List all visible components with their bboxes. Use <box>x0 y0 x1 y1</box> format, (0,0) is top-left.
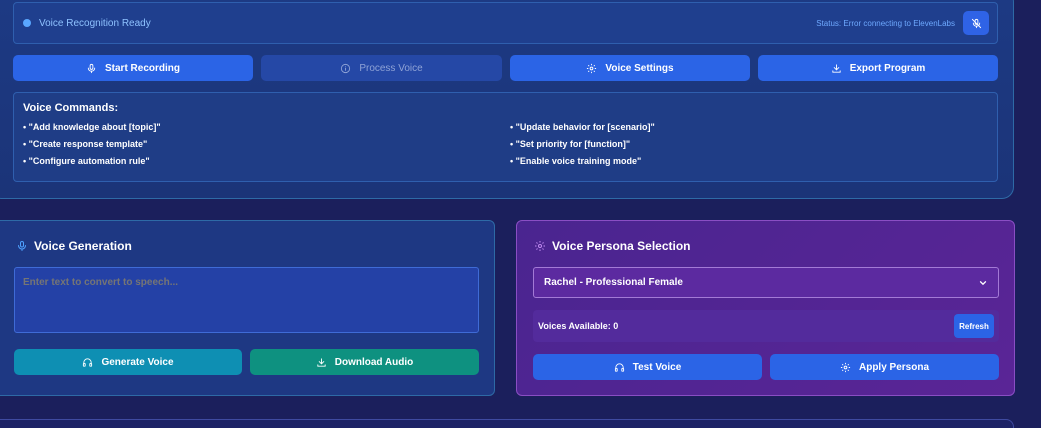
mic-icon <box>18 241 26 251</box>
voice-persona-panel: Voice Persona Selection Rachel - Profess… <box>516 220 1015 396</box>
command-item: • "Enable voice training mode" <box>510 156 642 166</box>
voice-settings-button[interactable]: Voice Settings <box>510 55 750 81</box>
command-item: • "Add knowledge about [topic]" <box>23 122 161 132</box>
generate-voice-button[interactable]: Generate Voice <box>14 349 242 375</box>
persona-selected-value: Rachel - Professional Female <box>544 277 683 288</box>
download-audio-label: Download Audio <box>334 356 414 368</box>
voice-commands-box: Voice Commands: • "Add knowledge about [… <box>13 92 998 182</box>
refresh-button[interactable]: Refresh <box>954 314 994 338</box>
download-icon <box>832 63 841 73</box>
voice-persona-heading: Voice Persona Selection <box>534 239 691 253</box>
test-voice-button[interactable]: Test Voice <box>533 354 762 380</box>
command-item: • "Create response template" <box>23 139 148 149</box>
info-icon <box>341 63 351 73</box>
status-bar: Voice Recognition Ready Status: Error co… <box>13 2 998 44</box>
speech-text-input[interactable] <box>14 267 479 333</box>
voices-available-row: Voices Available: 0 Refresh <box>533 310 999 342</box>
generate-voice-label: Generate Voice <box>101 356 174 368</box>
mic-icon <box>87 63 96 73</box>
export-program-button[interactable]: Export Program <box>758 55 998 81</box>
chevron-down-icon <box>979 280 987 285</box>
status-dot-icon <box>23 19 31 27</box>
process-voice-label: Process Voice <box>359 62 423 74</box>
voices-available-text: Voices Available: 0 <box>538 321 619 331</box>
gear-icon <box>840 362 851 372</box>
voice-settings-label: Voice Settings <box>605 62 674 74</box>
voice-generation-heading: Voice Generation <box>16 239 132 253</box>
headphones-icon <box>614 362 624 372</box>
apply-persona-label: Apply Persona <box>858 361 930 373</box>
download-icon <box>317 357 326 367</box>
gear-icon <box>587 63 597 73</box>
voice-persona-title: Voice Persona Selection <box>552 239 691 253</box>
mic-off-icon <box>971 18 981 28</box>
start-recording-button[interactable]: Start Recording <box>13 55 253 81</box>
status-ready-text: Voice Recognition Ready <box>39 17 151 29</box>
command-item: • "Update behavior for [scenario]" <box>510 122 655 132</box>
command-item: • "Configure automation rule" <box>23 156 150 166</box>
process-voice-button[interactable]: Process Voice <box>261 55 502 81</box>
voice-commands-list: • "Add knowledge about [topic]" • "Updat… <box>23 122 988 166</box>
start-recording-label: Start Recording <box>104 62 180 74</box>
download-audio-button[interactable]: Download Audio <box>250 349 479 375</box>
headphones-icon <box>83 357 93 367</box>
voice-commands-title: Voice Commands: <box>23 102 119 114</box>
gear-icon <box>535 241 545 251</box>
apply-persona-button[interactable]: Apply Persona <box>770 354 999 380</box>
test-voice-label: Test Voice <box>632 361 682 373</box>
status-error-text: Status: Error connecting to ElevenLabs <box>816 18 955 28</box>
command-item: • "Set priority for [function]" <box>510 139 631 149</box>
voice-generation-panel: Voice Generation Generate Voice Download… <box>0 220 495 396</box>
bottom-panel <box>0 419 1014 428</box>
voice-generation-title: Voice Generation <box>34 239 132 253</box>
persona-select[interactable]: Rachel - Professional Female <box>533 267 999 298</box>
export-program-label: Export Program <box>849 62 926 74</box>
mic-off-button[interactable] <box>963 11 989 35</box>
